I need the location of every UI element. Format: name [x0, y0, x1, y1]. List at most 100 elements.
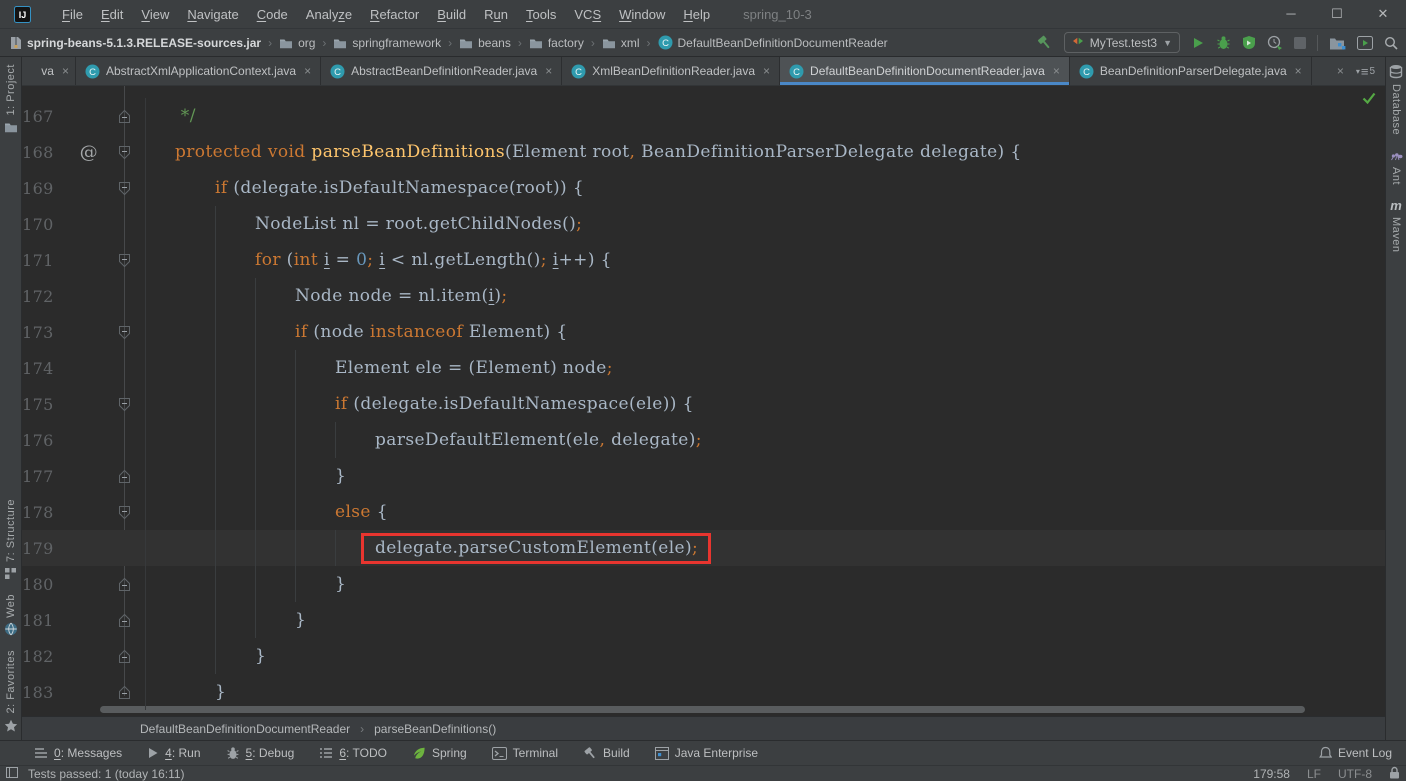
inspections-ok-icon[interactable] [1362, 91, 1376, 109]
code-line-169[interactable]: 169 if (delegate.isDefaultNamespace(root)… [22, 170, 1385, 206]
tool-button-database[interactable]: Database [1389, 57, 1403, 142]
menu-vcs[interactable]: VCS [565, 7, 610, 22]
caret-position[interactable]: 179:58 [1253, 767, 1290, 781]
tab-close-icon[interactable]: × [545, 64, 552, 78]
toolwindow-button-spring[interactable]: Spring [412, 746, 467, 760]
project-structure-button[interactable] [1329, 36, 1346, 50]
toolwindow-button-0-messages[interactable]: 0: Messages [34, 746, 122, 760]
fold-marker-up-icon[interactable] [104, 638, 146, 674]
code-line-176[interactable]: 176 parseDefaultElement(ele, delegate); [22, 422, 1385, 458]
toolwindow-button-5-debug[interactable]: 5: Debug [226, 746, 294, 760]
toolwindow-button-terminal[interactable]: Terminal [491, 746, 558, 760]
code-line-174[interactable]: 174 Element ele = (Element) node; [22, 350, 1385, 386]
fold-marker-up-icon[interactable] [104, 566, 146, 602]
horizontal-scrollbar[interactable] [100, 706, 1305, 713]
fold-marker-up-icon[interactable] [104, 458, 146, 494]
toolwindow-button-6-todo[interactable]: 6: TODO [319, 746, 387, 760]
menu-edit[interactable]: Edit [92, 7, 132, 22]
build-hammer-button[interactable] [1036, 34, 1053, 51]
tab-list-dropdown[interactable]: ▾ ≡ 5 [1356, 64, 1375, 79]
tab-va[interactable]: va × [22, 57, 76, 85]
event-log-button[interactable]: Event Log [1319, 746, 1392, 760]
line-ending[interactable]: LF [1307, 767, 1321, 781]
file-encoding[interactable]: UTF-8 [1338, 767, 1372, 781]
breadcrumb-item-defaultbeandefinitiondocumentreader[interactable]: C DefaultBeanDefinitionDocumentReader [658, 35, 888, 50]
breadcrumb-item-factory[interactable]: factory [529, 36, 584, 50]
code-line-175[interactable]: 175 if (delegate.isDefaultNamespace(ele))… [22, 386, 1385, 422]
coverage-button[interactable] [1242, 35, 1256, 50]
debug-button[interactable] [1216, 35, 1231, 50]
code-line-173[interactable]: 173 if (node instanceof Element) { [22, 314, 1385, 350]
tab-close-icon[interactable]: × [1053, 64, 1060, 78]
close-icon[interactable]: × [1337, 64, 1344, 78]
code-line-170[interactable]: 170 NodeList nl = root.getChildNodes(); [22, 206, 1385, 242]
tool-button-1-project[interactable]: 1: Project [4, 57, 18, 140]
menu-analyze[interactable]: Analyze [297, 7, 361, 22]
code-line-172[interactable]: 172 Node node = nl.item(i); [22, 278, 1385, 314]
maximize-button[interactable]: ☐ [1314, 6, 1360, 22]
tool-button-ant[interactable]: Ant [1390, 142, 1403, 192]
toolwindow-toggle-icon[interactable] [6, 766, 18, 781]
code-line-177[interactable]: 177} [22, 458, 1385, 494]
tool-button-2-favorites[interactable]: 2: Favorites [4, 643, 18, 740]
code-line-183[interactable]: 183} [22, 674, 1385, 710]
lock-icon[interactable] [1389, 766, 1400, 781]
code-line-179[interactable]: 179 delegate.parseCustomElement(ele); [22, 530, 1385, 566]
code-editor[interactable]: 167 */168 @ protected void parseBeanDefini… [22, 86, 1385, 716]
menu-file[interactable]: File [53, 7, 92, 22]
code-line-182[interactable]: 182} [22, 638, 1385, 674]
breadcrumb-method[interactable]: parseBeanDefinitions() [374, 722, 496, 736]
toolwindow-button-build[interactable]: Build [583, 746, 630, 760]
tab-defaultbeandefinitiondocumentreader-java[interactable]: C DefaultBeanDefinitionDocumentReader.jav… [780, 57, 1070, 85]
tool-button-web[interactable]: Web [4, 587, 18, 644]
fold-marker-down-icon[interactable] [104, 314, 146, 350]
search-everywhere-button[interactable] [1384, 36, 1398, 50]
tab-close-icon[interactable]: × [62, 64, 69, 78]
breadcrumb-item-org[interactable]: org [279, 36, 315, 50]
menu-run[interactable]: Run [475, 7, 517, 22]
breadcrumb-item-spring-beans-5-1-3-release-sources-jar[interactable]: spring-beans-5.1.3.RELEASE-sources.jar [10, 36, 261, 50]
code-line-180[interactable]: 180} [22, 566, 1385, 602]
fold-marker-down-icon[interactable] [104, 170, 146, 206]
tab-beandefinitionparserdelegate-java[interactable]: C BeanDefinitionParserDelegate.java × [1070, 57, 1312, 85]
tab-close-icon[interactable]: × [304, 64, 311, 78]
code-line-178[interactable]: 178 else { [22, 494, 1385, 530]
fold-marker-down-icon[interactable] [104, 242, 146, 278]
fold-marker-up-icon[interactable] [104, 674, 146, 710]
toolwindow-button-java-enterprise[interactable]: Java Enterprise [654, 746, 758, 760]
run-button[interactable] [1191, 36, 1205, 50]
code-line-171[interactable]: 171 for (int i = 0; i < nl.getLength(); i… [22, 242, 1385, 278]
fold-marker-down-icon[interactable] [104, 386, 146, 422]
fold-marker-up-icon[interactable] [104, 602, 146, 638]
fold-marker-down-icon[interactable] [104, 134, 146, 170]
code-line-181[interactable]: 181} [22, 602, 1385, 638]
fold-marker-up-icon[interactable] [104, 98, 146, 134]
fold-marker-down-icon[interactable] [104, 494, 146, 530]
code-line-167[interactable]: 167 */ [22, 98, 1385, 134]
breadcrumb-item-springframework[interactable]: springframework [333, 36, 441, 50]
menu-code[interactable]: Code [248, 7, 297, 22]
profiler-button[interactable] [1267, 35, 1283, 50]
menu-help[interactable]: Help [674, 7, 719, 22]
toolwindow-button-4-run[interactable]: 4: Run [147, 746, 201, 760]
menu-window[interactable]: Window [610, 7, 674, 22]
tab-close-icon[interactable]: × [1295, 64, 1302, 78]
menu-navigate[interactable]: Navigate [178, 7, 247, 22]
run-configuration-select[interactable]: MyTest.test3 ▼ [1063, 32, 1180, 53]
code-line-168[interactable]: 168 @ protected void parseBeanDefinitions(… [22, 134, 1385, 170]
tab-xmlbeandefinitionreader-java[interactable]: C XmlBeanDefinitionReader.java × [562, 57, 781, 85]
annotation-gutter-icon[interactable]: @ [52, 142, 104, 163]
tab-close-icon[interactable]: × [763, 64, 770, 78]
menu-refactor[interactable]: Refactor [361, 7, 428, 22]
menu-tools[interactable]: Tools [517, 7, 565, 22]
breadcrumb-item-beans[interactable]: beans [459, 36, 511, 50]
minimize-button[interactable]: ─ [1268, 6, 1314, 22]
menu-build[interactable]: Build [428, 7, 475, 22]
run-anything-button[interactable] [1357, 35, 1373, 50]
tab-abstractxmlapplicationcontext-java[interactable]: C AbstractXmlApplicationContext.java × [76, 57, 322, 85]
tool-button-7-structure[interactable]: 7: Structure [4, 492, 17, 587]
menu-view[interactable]: View [132, 7, 178, 22]
tool-button-maven[interactable]: m Maven [1390, 192, 1402, 260]
breadcrumb-class[interactable]: DefaultBeanDefinitionDocumentReader [140, 722, 350, 736]
breadcrumb-item-xml[interactable]: xml [602, 36, 640, 50]
